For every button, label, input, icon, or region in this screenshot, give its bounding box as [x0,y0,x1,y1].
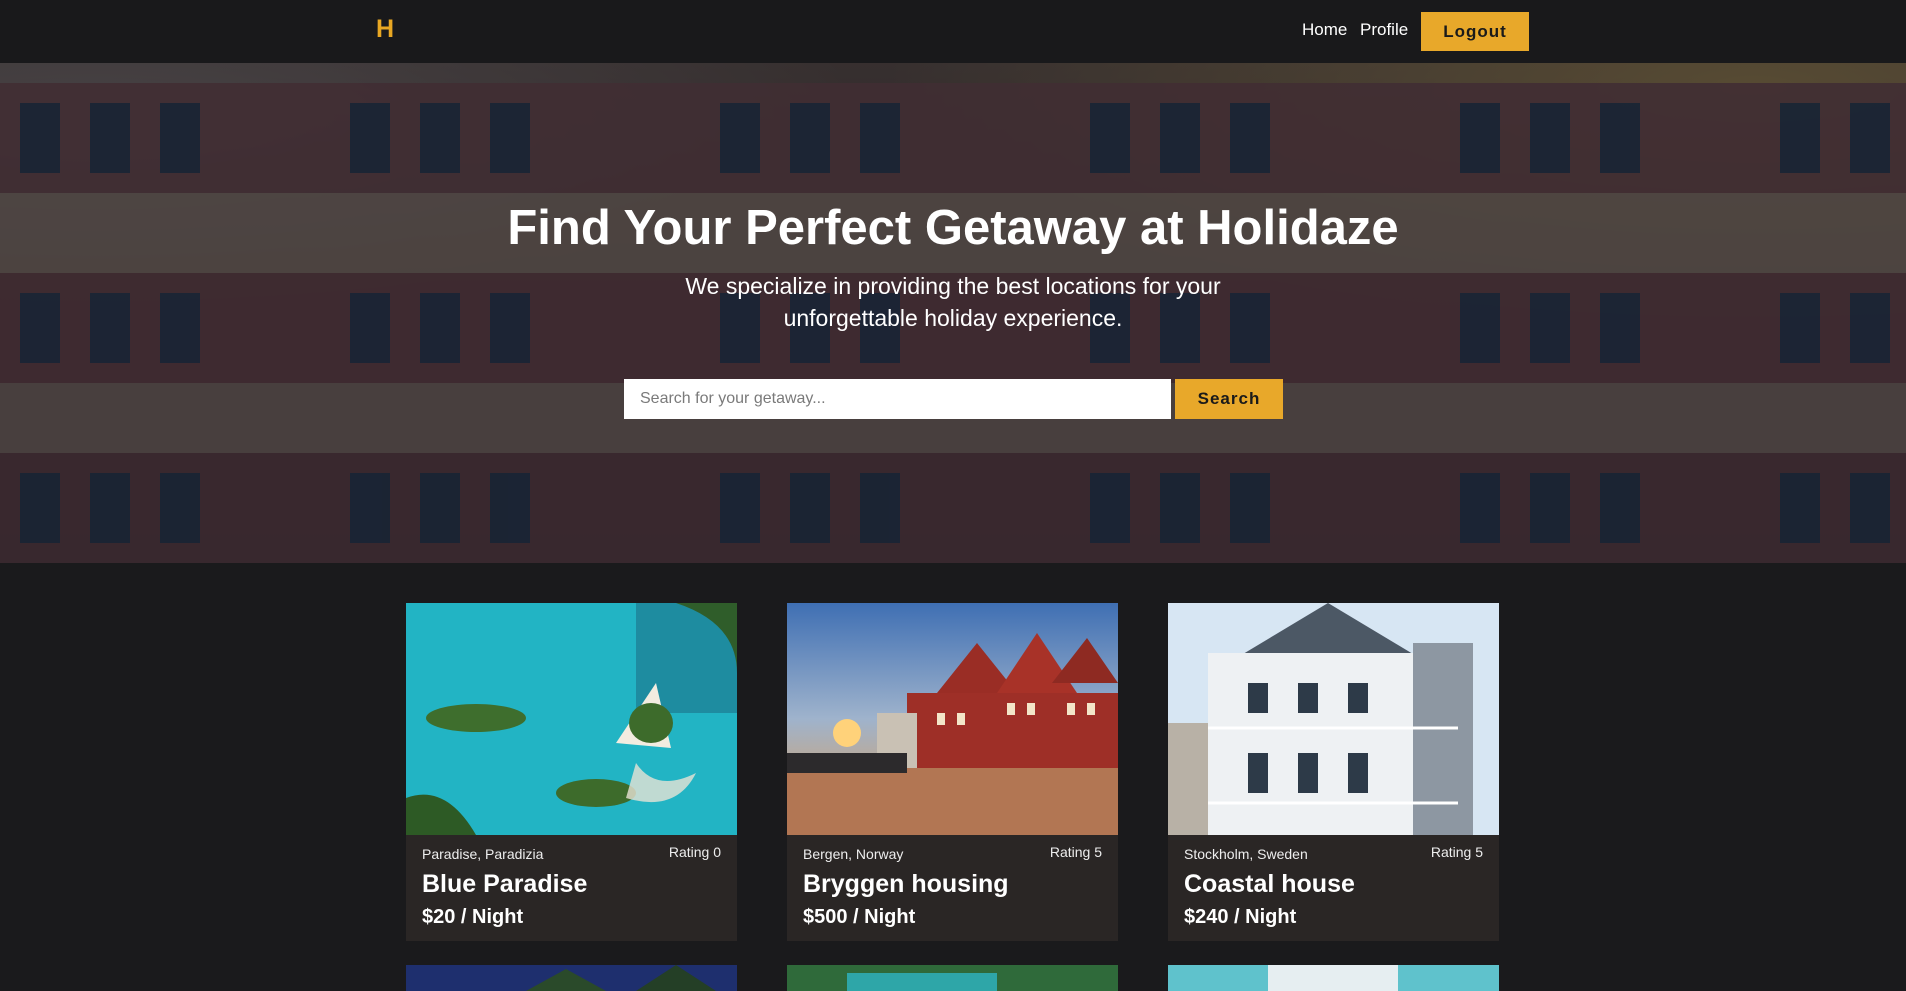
venue-location: Stockholm, Sweden [1184,846,1308,862]
venue-location: Bergen, Norway [803,846,904,862]
hero-title: Find Your Perfect Getaway at Holidaze [507,201,1399,255]
venue-image [406,965,737,991]
top-navbar: H Home Profile Logout [0,0,1906,63]
venue-card-blue-paradise[interactable]: Paradise, Paradizia Rating 0 Blue Paradi… [406,603,737,941]
venue-image [1168,603,1499,835]
venue-name: Coastal house [1184,870,1355,898]
nav-link-profile[interactable]: Profile [1360,20,1408,40]
venue-card-peek[interactable] [1168,965,1499,991]
search-input[interactable] [624,379,1171,419]
venue-rating: Rating 5 [1430,844,1483,860]
venue-card-bryggen-housing[interactable]: Bergen, Norway Rating 5 Bryggen housing … [787,603,1118,941]
logo[interactable]: H [376,15,394,44]
venue-name: Bryggen housing [803,870,1009,898]
venue-rating: Rating 0 [668,844,721,860]
nav-link-home[interactable]: Home [1302,20,1347,40]
venue-card-peek[interactable] [787,965,1118,991]
venue-image [787,965,1118,991]
logout-button[interactable]: Logout [1421,12,1529,51]
venue-image [787,603,1118,835]
venue-location: Paradise, Paradizia [422,846,544,862]
venue-price: $20 / Night [422,906,524,928]
search-button[interactable]: Search [1175,379,1283,419]
venue-image [1168,965,1499,991]
venue-name: Blue Paradise [422,870,588,898]
venue-image [406,603,737,835]
venue-price: $240 / Night [1184,906,1297,928]
venue-card-coastal-house[interactable]: Stockholm, Sweden Rating 5 Coastal house… [1168,603,1499,941]
venue-price: $500 / Night [803,906,916,928]
venue-rating: Rating 5 [1049,844,1102,860]
hero-banner: Find Your Perfect Getaway at Holidaze We… [0,63,1906,563]
venue-card-peek[interactable] [406,965,737,991]
hero-subtitle: We specialize in providing the best loca… [685,273,1221,331]
